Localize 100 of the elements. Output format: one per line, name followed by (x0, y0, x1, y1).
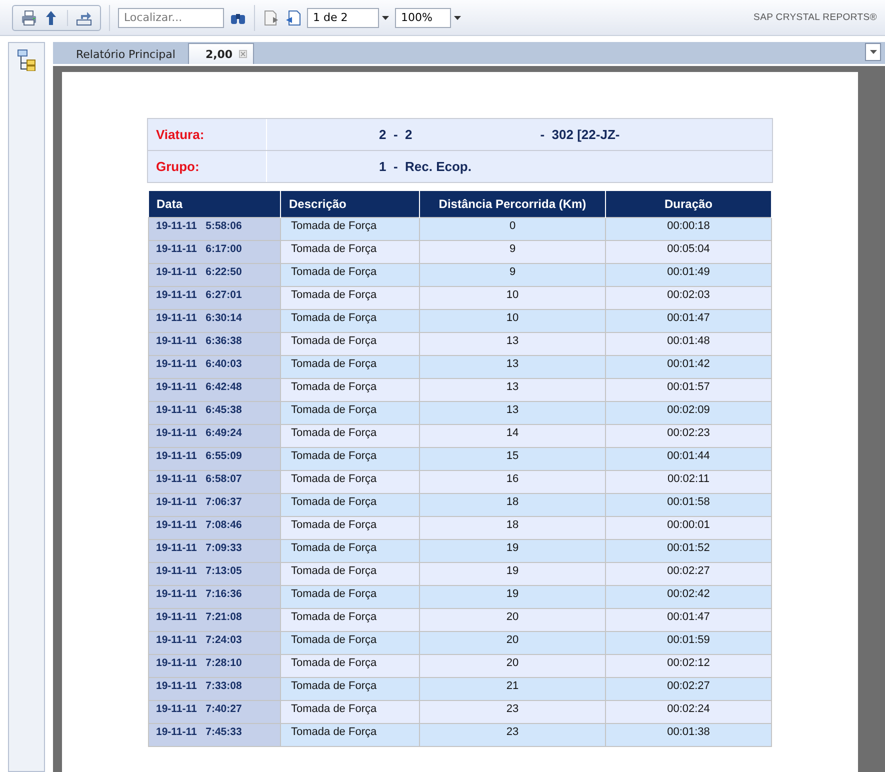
table-cell: Tomada de Força (280, 540, 420, 562)
table-cell: Tomada de Força (280, 264, 420, 286)
table-cell: Tomada de Força (280, 310, 420, 332)
table-cell: Tomada de Força (280, 218, 420, 240)
table-cell: 10 (420, 286, 606, 310)
brand-label: SAP CRYSTAL REPORTS® (754, 12, 877, 23)
table-cell: 9 (420, 240, 606, 264)
table-cell: 00:02:12 (606, 654, 772, 678)
table-cell: 00:02:23 (606, 424, 772, 448)
column-header: Data (148, 191, 280, 218)
table-cell: 00:01:44 (606, 448, 772, 470)
page-next-icon[interactable] (263, 10, 279, 26)
table-cell: 19-11-11 7:24:03 (148, 632, 280, 654)
table-cell: 19-11-11 5:58:06 (148, 218, 280, 240)
table-cell: 10 (420, 310, 606, 332)
table-cell: 23 (420, 724, 606, 746)
table-cell: 19 (420, 540, 606, 562)
table-cell: Tomada de Força (280, 332, 420, 356)
table-cell: 14 (420, 424, 606, 448)
table-cell: Tomada de Força (280, 470, 420, 494)
table-cell: 00:00:18 (606, 218, 772, 240)
table-cell: 00:02:09 (606, 402, 772, 424)
table-cell: 19-11-11 7:08:46 (148, 516, 280, 540)
table-cell: 00:02:27 (606, 562, 772, 586)
table-cell: 19-11-11 7:13:05 (148, 562, 280, 586)
table-cell: 20 (420, 632, 606, 654)
table-cell: Tomada de Força (280, 516, 420, 540)
table-cell: 19-11-11 6:55:09 (148, 448, 280, 470)
table-cell: Tomada de Força (280, 632, 420, 654)
table-cell: 00:02:03 (606, 286, 772, 310)
table-cell: 19 (420, 586, 606, 608)
table-cell: 19-11-11 7:09:33 (148, 540, 280, 562)
table-cell: 9 (420, 264, 606, 286)
table-cell: 13 (420, 402, 606, 424)
table-cell: 00:01:48 (606, 332, 772, 356)
table-cell: 13 (420, 356, 606, 378)
table-cell: 00:01:52 (606, 540, 772, 562)
table-cell: Tomada de Força (280, 608, 420, 632)
close-icon[interactable] (238, 50, 247, 58)
table-cell: 00:01:59 (606, 632, 772, 654)
table-cell: Tomada de Força (280, 654, 420, 678)
table-cell: 19-11-11 6:22:50 (148, 264, 280, 286)
search-field[interactable]: Localizar... (118, 8, 224, 28)
up-arrow-icon[interactable] (43, 10, 59, 26)
table-cell: Tomada de Força (280, 562, 420, 586)
field-value: 1 - Rec. Ecop. (379, 159, 472, 174)
caret-icon (870, 50, 876, 54)
table-cell: 18 (420, 494, 606, 516)
table-cell: 00:05:04 (606, 240, 772, 264)
table-cell: 19-11-11 7:45:33 (148, 724, 280, 746)
field-label: Viatura: (148, 119, 267, 150)
tree-icon[interactable] (16, 49, 36, 71)
field-label: Grupo: (148, 151, 267, 182)
table-cell: 00:00:01 (606, 516, 772, 540)
table-cell: Tomada de Força (280, 678, 420, 700)
table-cell: 00:01:49 (606, 264, 772, 286)
table-cell: 19-11-11 6:17:00 (148, 240, 280, 264)
table-cell: Tomada de Força (280, 424, 420, 448)
table-cell: 19-11-11 6:40:03 (148, 356, 280, 378)
page-field[interactable]: 1 de 2 (307, 8, 379, 28)
zoom-field[interactable]: 100% (395, 8, 451, 28)
table-cell: 21 (420, 678, 606, 700)
table-cell: 00:02:24 (606, 700, 772, 724)
table-cell: 00:01:57 (606, 378, 772, 402)
dropdown-caret-icon[interactable] (382, 16, 389, 20)
table-cell: 00:01:42 (606, 356, 772, 378)
table-cell: 00:02:42 (606, 586, 772, 608)
table-cell: 20 (420, 608, 606, 632)
printer-icon[interactable] (21, 10, 37, 26)
field-value: - 302 [22-JZ- (540, 127, 620, 142)
table-cell: 19-11-11 6:49:24 (148, 424, 280, 448)
table-cell: 00:01:58 (606, 494, 772, 516)
column-header: Distância Percorrida (Km) (420, 191, 606, 218)
table-cell: 19-11-11 6:58:07 (148, 470, 280, 494)
table-cell: Tomada de Força (280, 286, 420, 310)
table-cell: Tomada de Força (280, 586, 420, 608)
table-cell: 19-11-11 7:16:36 (148, 586, 280, 608)
table-cell: Tomada de Força (280, 700, 420, 724)
table-cell: 19 (420, 562, 606, 586)
table-cell: 00:01:47 (606, 608, 772, 632)
dropdown-caret-icon[interactable] (454, 16, 461, 20)
table-cell: 19-11-11 7:06:37 (148, 494, 280, 516)
tab-menu-button[interactable] (865, 43, 881, 61)
table-cell: Tomada de Força (280, 494, 420, 516)
table-cell: 00:01:47 (606, 310, 772, 332)
table-cell: Tomada de Força (280, 378, 420, 402)
table-cell: Tomada de Força (280, 724, 420, 746)
page-previous-icon[interactable] (285, 10, 301, 26)
table-cell: 23 (420, 700, 606, 724)
table-cell: 00:01:38 (606, 724, 772, 746)
table-cell: 19-11-11 7:28:10 (148, 654, 280, 678)
table-cell: 20 (420, 654, 606, 678)
export-icon[interactable] (76, 10, 92, 26)
table-cell: Tomada de Força (280, 402, 420, 424)
table-cell: 19-11-11 6:30:14 (148, 310, 280, 332)
table-cell: 13 (420, 378, 606, 402)
table-cell: 19-11-11 6:27:01 (148, 286, 280, 310)
report-tab[interactable]: Relatório Principal (67, 43, 184, 64)
table-cell: 0 (420, 218, 606, 240)
report-tab[interactable]: 2,00 (188, 43, 254, 64)
